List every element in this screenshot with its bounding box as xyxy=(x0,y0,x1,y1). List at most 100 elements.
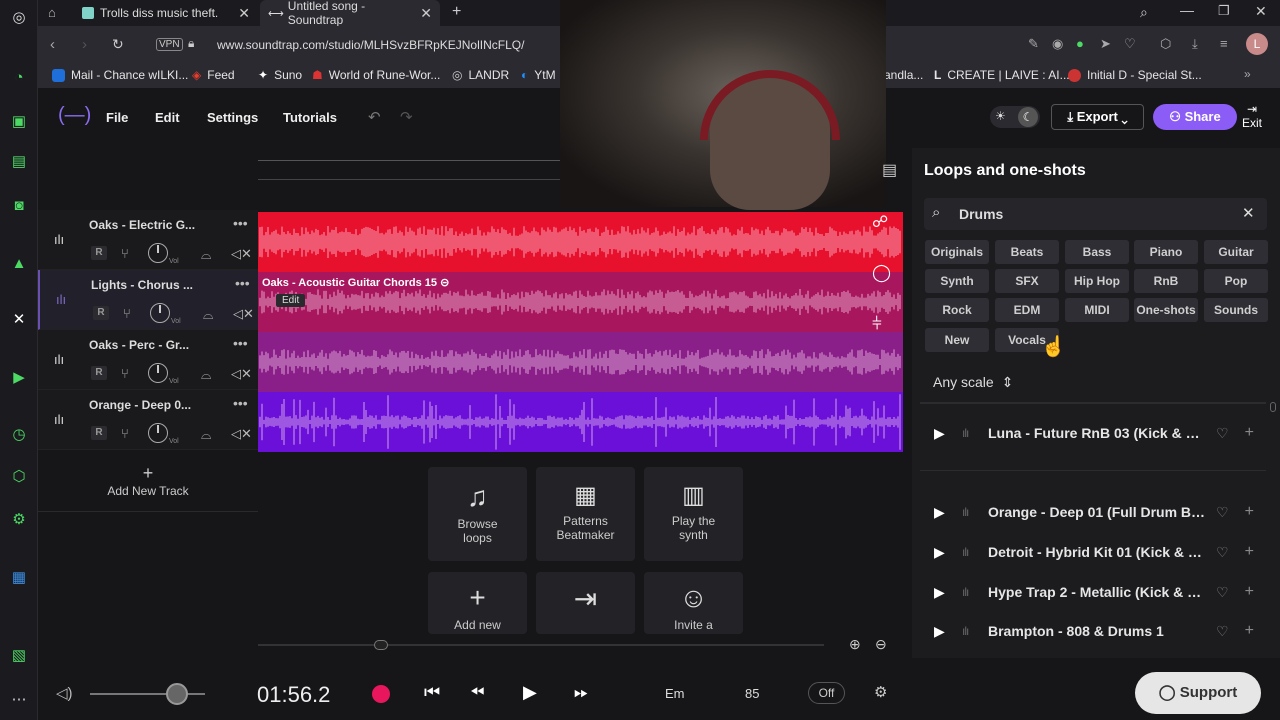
loop-row[interactable]: ▶ ılı Orange - Deep 01 (Full Drum Beat) ♡ + xyxy=(920,493,1266,531)
discord-icon[interactable]: ◙ xyxy=(9,196,29,216)
loop-search-field[interactable]: ⌕ Drums ✕ xyxy=(924,198,1267,230)
shopping-icon[interactable]: ▣ xyxy=(9,112,29,132)
fx-icon[interactable]: ⑂ xyxy=(121,246,129,261)
favorite-icon[interactable]: ♡ xyxy=(1216,544,1229,561)
track-lane[interactable] xyxy=(258,332,903,392)
track-menu-icon[interactable]: ••• xyxy=(233,335,248,351)
back-icon[interactable]: ‹ xyxy=(50,36,55,53)
maximize-icon[interactable]: ❐ xyxy=(1218,3,1230,19)
bookmark-item[interactable]: ◎ LANDR xyxy=(452,68,509,82)
panel-toggle-icon[interactable]: ▤ xyxy=(882,160,897,180)
fx-icon[interactable]: ⑂ xyxy=(121,366,129,381)
solo-headphones-icon[interactable]: ⌓ xyxy=(201,427,211,443)
play-synth-card[interactable]: ▥ Play the synth xyxy=(644,467,743,561)
support-button[interactable]: ◯ Support xyxy=(1135,672,1261,714)
browse-loops-card[interactable]: ♫ Browse loops xyxy=(428,467,527,561)
category-chip[interactable]: Rock xyxy=(925,298,989,322)
loop-row[interactable]: ▶ ılı Hype Trap 2 - Metallic (Kick & Sn...… xyxy=(920,573,1266,611)
settings-icon[interactable]: ⚙ xyxy=(9,510,29,530)
close-tab-icon[interactable]: ✕ xyxy=(420,5,432,22)
mute-icon[interactable]: ◁✕ xyxy=(233,306,254,322)
speaker-icon[interactable]: ◁) xyxy=(56,684,73,702)
minimize-icon[interactable]: — xyxy=(1180,2,1194,18)
bookmark-item[interactable]: ◈ Feed xyxy=(192,68,235,82)
master-volume-thumb[interactable] xyxy=(166,683,188,705)
menu-tutorials[interactable]: Tutorials xyxy=(283,110,337,125)
solo-headphones-icon[interactable]: ⌓ xyxy=(203,307,213,323)
speed-dial-icon[interactable]: ◔ xyxy=(9,68,29,88)
add-loop-icon[interactable]: + xyxy=(1245,503,1254,521)
favorite-icon[interactable]: ♡ xyxy=(1216,623,1229,640)
download-icon[interactable]: ⤓ xyxy=(1192,36,1198,52)
horizontal-scrollbar[interactable] xyxy=(258,644,824,646)
category-chip[interactable]: Sounds xyxy=(1204,298,1268,322)
track-lane[interactable] xyxy=(258,392,903,452)
skip-start-icon[interactable]: ⏮︎ xyxy=(424,682,440,703)
profile-avatar[interactable]: L xyxy=(1246,33,1268,55)
record-arm-button[interactable]: R xyxy=(91,246,107,260)
tab-soundtrap[interactable]: ⟷ Untitled song - Soundtrap ✕ xyxy=(260,0,440,27)
collaborators-icon[interactable]: ☍ xyxy=(872,212,888,232)
track-header[interactable]: ılı Lights - Chorus ... ••• R ⑂ Vol ⌓ ◁✕ xyxy=(38,270,258,330)
category-chip[interactable]: Piano xyxy=(1134,240,1198,264)
category-chip[interactable]: Pop xyxy=(1204,269,1268,293)
category-chip[interactable]: MIDI xyxy=(1065,298,1129,322)
bookmark-item[interactable]: andla... xyxy=(884,68,923,82)
category-chip[interactable]: One-shots xyxy=(1134,298,1198,322)
track-name[interactable]: Oaks - Perc - Gr... xyxy=(89,338,189,352)
invite-card[interactable]: ☺ Invite a xyxy=(644,572,743,634)
edit-icon[interactable]: ✎ xyxy=(1028,36,1039,52)
menu-edit[interactable]: Edit xyxy=(155,110,180,125)
add-loop-icon[interactable]: + xyxy=(1245,583,1254,601)
camera-icon[interactable]: ◉ xyxy=(1052,36,1063,52)
aria-icon[interactable]: ▲ xyxy=(9,254,29,274)
region-label[interactable]: Oaks - Acoustic Guitar Chords 15 ⊝ xyxy=(262,276,449,289)
play-icon[interactable]: ▶ xyxy=(934,425,958,442)
track-header[interactable]: ılı Orange - Deep 0... ••• R ⑂ Vol ⌓ ◁✕ xyxy=(38,390,258,450)
mixer-icon[interactable]: ⫩ xyxy=(872,314,882,334)
category-chip[interactable]: New xyxy=(925,328,989,352)
theme-toggle[interactable]: ☀ ☾ xyxy=(990,106,1040,128)
menu-icon[interactable]: ≡ xyxy=(1220,36,1228,51)
loop-row[interactable]: ▶ ılı Brampton - 808 & Drums 1 ♡ + xyxy=(920,612,1266,650)
add-loop-icon[interactable]: + xyxy=(1245,622,1254,640)
more-bookmarks-icon[interactable]: » xyxy=(1244,67,1251,81)
zoom-in-icon[interactable]: ⊕ xyxy=(849,636,861,653)
play-icon[interactable]: ▶ xyxy=(523,682,537,703)
fast-forward-icon[interactable]: ⏩︎ xyxy=(574,682,588,703)
opera-logo-icon[interactable]: ◎ xyxy=(9,8,29,28)
category-chip[interactable]: Guitar xyxy=(1204,240,1268,264)
menu-settings[interactable]: Settings xyxy=(207,110,258,125)
track-menu-icon[interactable]: ••• xyxy=(235,275,250,291)
zoom-out-icon[interactable]: ⊖ xyxy=(875,636,887,653)
forward-icon[interactable]: › xyxy=(82,36,87,53)
list-scrollbar-thumb[interactable] xyxy=(1270,402,1276,412)
clear-search-icon[interactable]: ✕ xyxy=(1242,204,1255,222)
volume-knob[interactable] xyxy=(148,363,168,383)
url-field[interactable]: www.soundtrap.com/studio/MLHSvzBFRpKEJNo… xyxy=(217,38,524,52)
category-chip[interactable]: Synth xyxy=(925,269,989,293)
timeline-ruler[interactable] xyxy=(258,150,560,180)
solo-headphones-icon[interactable]: ⌓ xyxy=(201,247,211,263)
reload-icon[interactable]: ↻ xyxy=(112,36,124,53)
extensions-icon[interactable]: ⬡ xyxy=(9,467,29,487)
add-loop-icon[interactable]: + xyxy=(1245,424,1254,442)
scale-selector[interactable]: Any scale ⇕ xyxy=(933,374,1013,391)
twitch-icon[interactable]: ▤ xyxy=(9,152,29,172)
scroll-thumb[interactable] xyxy=(374,640,388,650)
play-icon[interactable]: ▶ xyxy=(934,504,958,521)
category-chip[interactable]: Beats xyxy=(995,240,1059,264)
history-icon[interactable]: ◷ xyxy=(9,425,29,445)
key-display[interactable]: Em xyxy=(665,686,685,701)
favorite-icon[interactable]: ♡ xyxy=(1216,425,1229,442)
play-icon[interactable]: ▶ xyxy=(934,544,958,561)
cube-icon[interactable]: ⬡ xyxy=(1160,36,1171,52)
region-edit-tooltip[interactable]: Edit xyxy=(276,294,306,307)
more-icon[interactable]: ⋯ xyxy=(9,690,29,710)
menu-file[interactable]: File xyxy=(106,110,128,125)
track-name[interactable]: Orange - Deep 0... xyxy=(89,398,191,412)
volume-knob[interactable] xyxy=(148,423,168,443)
record-arm-button[interactable]: R xyxy=(93,306,109,320)
bookmark-item[interactable]: ◐ YtM xyxy=(521,68,556,82)
mute-icon[interactable]: ◁✕ xyxy=(231,426,252,442)
